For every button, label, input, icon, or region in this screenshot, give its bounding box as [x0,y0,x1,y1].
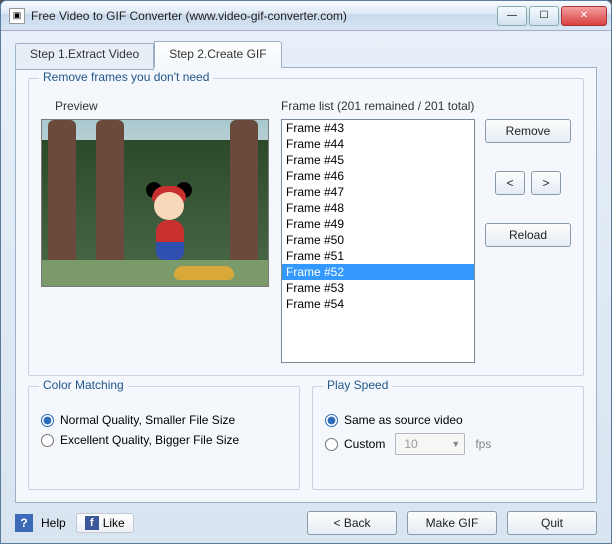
app-icon: ▣ [9,8,25,24]
help-link[interactable]: ? Help [15,514,66,532]
frame-list-item[interactable]: Frame #50 [282,232,474,248]
radio-custom-label: Custom [344,437,385,451]
frame-listbox[interactable]: Frame #43Frame #44Frame #45Frame #46Fram… [281,119,475,363]
reload-button[interactable]: Reload [485,223,571,247]
radio-excellent-input[interactable] [41,434,54,447]
group-title-color-matching: Color Matching [39,378,128,392]
close-button[interactable]: ✕ [561,6,607,26]
window-title: Free Video to GIF Converter (www.video-g… [31,9,497,23]
titlebar[interactable]: ▣ Free Video to GIF Converter (www.video… [1,1,611,31]
radio-custom-input[interactable] [325,438,338,451]
back-button[interactable]: < Back [307,511,397,535]
chevron-down-icon: ▼ [451,439,460,449]
maximize-button[interactable]: ☐ [529,6,559,26]
lower-row: Color Matching Normal Quality, Smaller F… [28,386,584,490]
tab-step1[interactable]: Step 1.Extract Video [15,43,154,70]
radio-normal-label: Normal Quality, Smaller File Size [60,413,235,427]
frame-list-item[interactable]: Frame #43 [282,120,474,136]
radio-excellent-label: Excellent Quality, Bigger File Size [60,433,239,447]
radio-same-input[interactable] [325,414,338,427]
frame-list-item[interactable]: Frame #45 [282,152,474,168]
frame-list-item[interactable]: Frame #51 [282,248,474,264]
frame-list-item[interactable]: Frame #47 [282,184,474,200]
framelist-column: Frame list (201 remained / 201 total) Fr… [281,99,571,363]
group-play-speed: Play Speed Same as source video Custom 1… [312,386,584,490]
facebook-like-button[interactable]: f Like [76,513,134,533]
facebook-icon: f [85,516,99,530]
tabstrip: Step 1.Extract Video Step 2.Create GIF [15,41,597,68]
frame-list-label: Frame list (201 remained / 201 total) [281,99,475,113]
quit-button[interactable]: Quit [507,511,597,535]
group-title-play-speed: Play Speed [323,378,392,392]
frame-list-item[interactable]: Frame #44 [282,136,474,152]
prev-frame-button[interactable]: < [495,171,525,195]
frame-list-item[interactable]: Frame #54 [282,296,474,312]
app-window: ▣ Free Video to GIF Converter (www.video… [0,0,612,544]
radio-excellent-quality[interactable]: Excellent Quality, Bigger File Size [41,433,287,447]
like-label: Like [103,516,125,530]
frame-list-item[interactable]: Frame #52 [282,264,474,280]
group-remove-frames: Remove frames you don't need Preview [28,78,584,376]
radio-normal-input[interactable] [41,414,54,427]
frame-list-item[interactable]: Frame #49 [282,216,474,232]
help-label: Help [41,516,66,530]
tab-step2[interactable]: Step 2.Create GIF [154,41,281,68]
make-gif-button[interactable]: Make GIF [407,511,497,535]
frame-side-buttons: Remove < > Reload [485,99,571,363]
preview-column: Preview [41,99,269,363]
fps-value: 10 [404,437,417,451]
minimize-button[interactable]: — [497,6,527,26]
group-title-remove-frames: Remove frames you don't need [39,70,213,84]
footer: ? Help f Like < Back Make GIF Quit [15,503,597,535]
remove-button[interactable]: Remove [485,119,571,143]
tab-panel: Remove frames you don't need Preview [15,67,597,503]
next-frame-button[interactable]: > [531,171,561,195]
frame-list-item[interactable]: Frame #48 [282,200,474,216]
client-area: Step 1.Extract Video Step 2.Create GIF R… [1,31,611,543]
window-controls: — ☐ ✕ [497,6,607,26]
preview-label: Preview [55,99,269,113]
frame-list-item[interactable]: Frame #46 [282,168,474,184]
fps-combo[interactable]: 10 ▼ [395,433,465,455]
frame-list-item[interactable]: Frame #53 [282,280,474,296]
fps-unit-label: fps [475,437,491,451]
group-color-matching: Color Matching Normal Quality, Smaller F… [28,386,300,490]
radio-normal-quality[interactable]: Normal Quality, Smaller File Size [41,413,287,427]
help-icon: ? [15,514,33,532]
preview-image [41,119,269,287]
radio-same-label: Same as source video [344,413,463,427]
radio-same-speed[interactable]: Same as source video [325,413,571,427]
radio-custom-speed[interactable]: Custom [325,437,385,451]
